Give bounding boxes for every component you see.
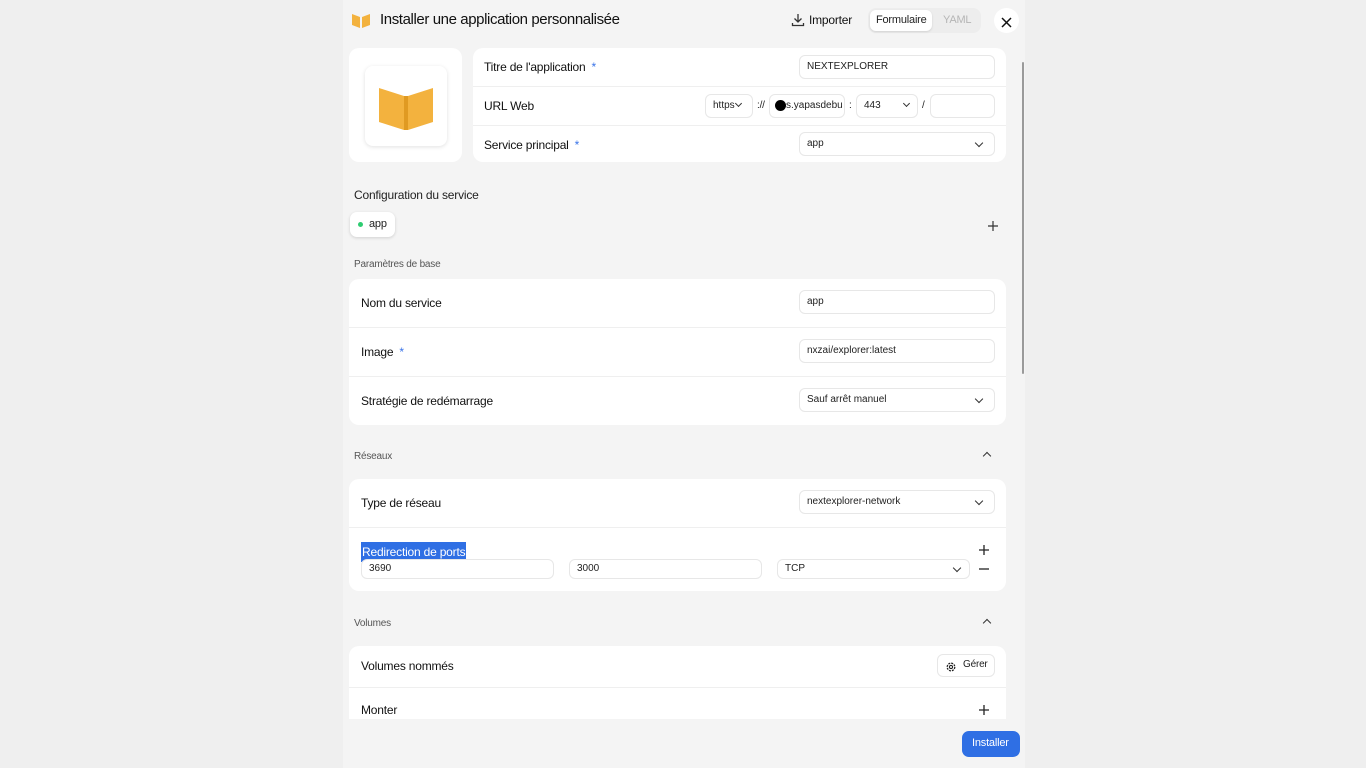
mount-label: Monter bbox=[361, 703, 398, 717]
gear-icon bbox=[945, 660, 957, 672]
restart-policy-label: Stratégie de redémarrage bbox=[361, 394, 493, 408]
app-book-icon bbox=[351, 12, 371, 30]
image-input[interactable]: nxzai/explorer:latest bbox=[799, 339, 995, 363]
url-scheme-separator: :// bbox=[757, 100, 765, 111]
tab-yaml-label: YAML bbox=[943, 14, 972, 26]
url-path-input[interactable] bbox=[930, 94, 995, 118]
service-name-label: Nom du service bbox=[361, 296, 442, 310]
volumes-heading: Volumes bbox=[354, 618, 391, 629]
import-label: Importer bbox=[809, 13, 853, 27]
main-service-label-text: Service principal bbox=[484, 138, 569, 152]
main-service-label: Service principal * bbox=[484, 138, 579, 152]
app-title-label-text: Titre de l'application bbox=[484, 60, 586, 74]
scrollbar-thumb[interactable] bbox=[1022, 62, 1024, 374]
divider bbox=[473, 86, 1006, 87]
main-service-select[interactable]: app bbox=[799, 132, 995, 156]
tab-yaml[interactable]: YAML bbox=[936, 10, 978, 31]
status-dot bbox=[358, 222, 363, 227]
add-mount-button[interactable] bbox=[975, 701, 993, 719]
add-port-button[interactable] bbox=[975, 541, 993, 559]
chevron-up-icon[interactable] bbox=[982, 451, 992, 461]
plus-icon bbox=[979, 705, 989, 715]
app-info-card: Titre de l'application * NEXTEXPLORER URL… bbox=[473, 48, 1006, 162]
protocol-select[interactable]: TCP bbox=[777, 559, 970, 579]
footer-bar bbox=[343, 719, 1025, 768]
app-title-input[interactable]: NEXTEXPLORER bbox=[799, 55, 995, 79]
protocol-value: TCP bbox=[785, 563, 805, 574]
required-mark: * bbox=[399, 345, 404, 359]
app-title-label: Titre de l'application * bbox=[484, 60, 596, 74]
install-label: Installer bbox=[972, 737, 1009, 749]
manage-volumes-label: Gérer bbox=[963, 659, 988, 670]
network-type-value: nextexplorer-network bbox=[807, 496, 901, 507]
url-protocol-select[interactable]: https bbox=[705, 94, 753, 118]
remove-port-button[interactable] bbox=[975, 560, 993, 578]
install-button[interactable]: Installer bbox=[962, 731, 1020, 757]
dialog-title: Installer une application personnalisée bbox=[380, 11, 620, 28]
service-config-heading: Configuration du service bbox=[354, 188, 479, 202]
divider bbox=[349, 327, 1006, 328]
add-service-button[interactable] bbox=[984, 217, 1002, 235]
required-mark: * bbox=[574, 138, 580, 152]
service-name-input[interactable]: app bbox=[799, 290, 995, 314]
basic-params-heading: Paramètres de base bbox=[354, 259, 441, 270]
app-icon-card[interactable] bbox=[349, 48, 462, 162]
plus-icon bbox=[979, 545, 989, 555]
manage-volumes-button[interactable]: Gérer bbox=[937, 654, 995, 677]
named-volumes-label: Volumes nommés bbox=[361, 659, 454, 673]
url-port-separator: : bbox=[849, 100, 852, 111]
url-port-select[interactable]: 443 bbox=[856, 94, 918, 118]
url-path-separator: / bbox=[922, 100, 925, 111]
scrollbar-track[interactable] bbox=[1021, 56, 1025, 714]
chevron-up-icon[interactable] bbox=[982, 618, 992, 628]
close-button[interactable] bbox=[994, 8, 1019, 33]
service-chip-label: app bbox=[369, 218, 387, 230]
url-port-value: 443 bbox=[864, 100, 881, 111]
redaction-mark bbox=[775, 100, 786, 111]
main-service-value: app bbox=[807, 138, 824, 149]
restart-policy-value: Sauf arrêt manuel bbox=[807, 394, 887, 405]
tab-formulaire-label: Formulaire bbox=[876, 14, 927, 26]
network-type-select[interactable]: nextexplorer-network bbox=[799, 490, 995, 514]
networks-heading: Réseaux bbox=[354, 451, 393, 462]
divider bbox=[473, 125, 1006, 126]
restart-policy-select[interactable]: Sauf arrêt manuel bbox=[799, 388, 995, 412]
import-button[interactable]: Importer bbox=[789, 11, 859, 31]
container-port-input[interactable]: 3000 bbox=[569, 559, 762, 579]
image-label: Image * bbox=[361, 345, 404, 359]
volumes-card: Volumes nommés Gérer Monter bbox=[349, 646, 1006, 726]
install-app-dialog: Installer une application personnalisée … bbox=[343, 0, 1025, 768]
view-toggle: Formulaire YAML bbox=[868, 8, 981, 33]
host-port-input[interactable]: 3690 bbox=[361, 559, 554, 579]
tab-formulaire[interactable]: Formulaire bbox=[870, 10, 932, 31]
basic-params-card: Nom du service app Image * nxzai/explorer… bbox=[349, 279, 1006, 425]
networks-card: Type de réseau nextexplorer-network Redi… bbox=[349, 479, 1006, 591]
port-forwarding-label-text: Redirection de ports bbox=[362, 545, 466, 559]
minus-icon bbox=[979, 568, 989, 570]
download-icon bbox=[791, 13, 805, 27]
close-icon bbox=[1001, 15, 1012, 28]
url-protocol-value: https bbox=[713, 100, 735, 111]
url-host-value: s.yapasdebu bbox=[786, 100, 843, 111]
divider bbox=[349, 527, 1006, 528]
app-logo bbox=[365, 66, 447, 146]
plus-icon bbox=[988, 221, 998, 231]
required-mark: * bbox=[591, 60, 597, 74]
service-chip-app[interactable]: app bbox=[350, 212, 395, 237]
divider bbox=[349, 687, 1006, 688]
divider bbox=[349, 376, 1006, 377]
network-type-label: Type de réseau bbox=[361, 496, 441, 510]
url-label: URL Web bbox=[484, 99, 534, 113]
image-label-text: Image bbox=[361, 345, 394, 359]
app-logo-icon bbox=[379, 88, 433, 130]
